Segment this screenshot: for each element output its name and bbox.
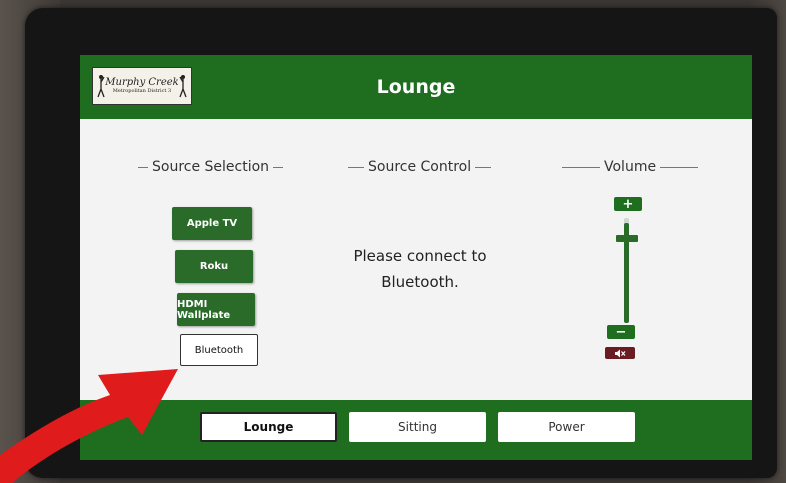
speaker-mute-icon: [615, 349, 626, 357]
source-button-apple-tv[interactable]: Apple TV: [172, 207, 252, 240]
volume-heading: Volume: [562, 159, 699, 175]
source-control-message: Please connect to Bluetooth.: [353, 247, 487, 291]
source-selection-heading: Source Selection: [138, 159, 284, 175]
room-tab-power[interactable]: Power: [498, 412, 635, 442]
volume-down-button[interactable]: −: [607, 325, 635, 339]
room-tab-sitting[interactable]: Sitting: [349, 412, 486, 442]
minus-icon: −: [615, 324, 627, 340]
annotation-arrow-icon: [0, 369, 178, 483]
page-title: Lounge: [376, 76, 456, 98]
header-bar: Murphy Creek Metropolitan District 3 Lou…: [80, 55, 752, 119]
source-button-roku[interactable]: Roku: [175, 250, 253, 283]
plus-icon: +: [622, 196, 634, 212]
room-tab-lounge[interactable]: Lounge: [200, 412, 337, 442]
volume-slider-handle[interactable]: [616, 235, 638, 242]
source-button-hdmi-wallplate[interactable]: HDMI Wallplate: [177, 293, 255, 326]
mute-button[interactable]: [605, 347, 635, 359]
volume-up-button[interactable]: +: [614, 197, 642, 211]
source-control-heading: Source Control: [348, 159, 492, 175]
